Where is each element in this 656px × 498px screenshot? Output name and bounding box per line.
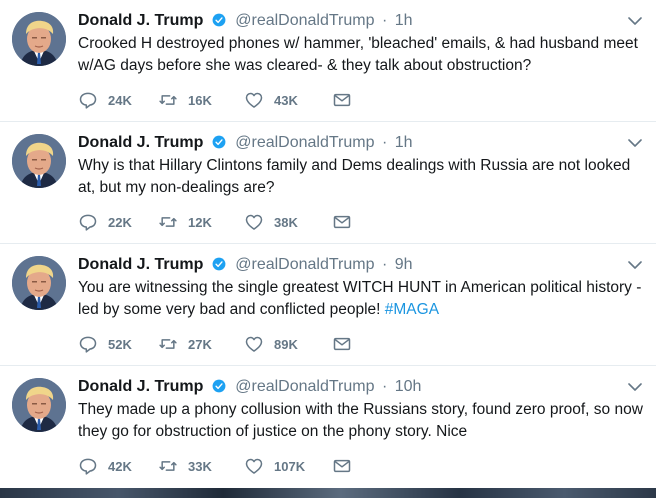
retweet-icon (159, 339, 177, 349)
avatar[interactable] (12, 12, 66, 66)
heart-icon (245, 458, 263, 474)
tweet-text: Why is that Hillary Clintons family and … (78, 155, 646, 199)
reply-button[interactable]: 42K (78, 456, 158, 476)
like-button[interactable]: 38K (244, 212, 332, 232)
retweet-button[interactable]: 12K (158, 212, 244, 232)
reply-icon (79, 214, 97, 231)
chevron-down-icon[interactable] (626, 12, 644, 30)
user-handle[interactable]: @realDonaldTrump (235, 256, 374, 273)
avatar-portrait-icon (12, 378, 66, 432)
reply-button[interactable]: 24K (78, 90, 158, 110)
like-count: 107K (274, 458, 306, 474)
retweet-button[interactable]: 33K (158, 456, 244, 476)
tweet-body: You are witnessing the single greatest W… (78, 279, 642, 318)
chevron-down-icon[interactable] (626, 378, 644, 396)
like-button[interactable]: 43K (244, 90, 332, 110)
tweet-timeline: Donald J. Trump @realDonaldTrump · 1h Cr… (0, 0, 656, 498)
direct-message-button[interactable] (332, 212, 356, 232)
reply-icon (79, 458, 97, 475)
tweet-card[interactable]: Donald J. Trump @realDonaldTrump · 9h Yo… (0, 244, 656, 366)
tweet-actions: 42K 33K 107K (78, 454, 356, 478)
next-tweet-preview-strip (0, 488, 656, 498)
retweet-count: 27K (188, 336, 212, 352)
separator-dot: · (381, 256, 388, 273)
like-button[interactable]: 107K (244, 456, 332, 476)
retweet-count: 33K (188, 458, 212, 474)
tweet-actions: 52K 27K 89K (78, 332, 356, 356)
envelope-icon (333, 93, 351, 107)
tweet-header: Donald J. Trump @realDonaldTrump · 1h (78, 132, 616, 154)
direct-message-button[interactable] (332, 90, 356, 110)
separator-dot: · (381, 12, 388, 29)
heart-icon (245, 336, 263, 352)
envelope-icon (333, 337, 351, 351)
tweet-card[interactable]: Donald J. Trump @realDonaldTrump · 1h Wh… (0, 122, 656, 244)
reply-count: 22K (108, 214, 132, 230)
like-count: 89K (274, 336, 298, 352)
timestamp[interactable]: 10h (395, 378, 422, 395)
display-name[interactable]: Donald J. Trump (78, 256, 203, 273)
tweet-text: They made up a phony collusion with the … (78, 399, 646, 443)
avatar[interactable] (12, 134, 66, 188)
tweet-body: Why is that Hillary Clintons family and … (78, 157, 631, 196)
chevron-down-icon[interactable] (626, 256, 644, 274)
user-handle[interactable]: @realDonaldTrump (235, 378, 374, 395)
tweet-text: Crooked H destroyed phones w/ hammer, 'b… (78, 33, 646, 77)
hashtag-link[interactable]: #MAGA (385, 301, 439, 318)
tweet-body: They made up a phony collusion with the … (78, 401, 643, 440)
timestamp[interactable]: 1h (395, 12, 413, 29)
verified-badge-icon (212, 257, 226, 271)
retweet-button[interactable]: 16K (158, 90, 244, 110)
avatar-portrait-icon (12, 256, 66, 310)
reply-count: 42K (108, 458, 132, 474)
retweet-icon (159, 95, 177, 105)
tweet-actions: 24K 16K 43K (78, 88, 356, 112)
chevron-down-icon[interactable] (626, 134, 644, 152)
verified-badge-icon (212, 135, 226, 149)
avatar-portrait-icon (12, 12, 66, 66)
verified-badge-icon (212, 13, 226, 27)
tweet-header: Donald J. Trump @realDonaldTrump · 9h (78, 254, 616, 276)
tweet-card[interactable]: Donald J. Trump @realDonaldTrump · 1h Cr… (0, 0, 656, 122)
reply-button[interactable]: 52K (78, 334, 158, 354)
separator-dot: · (381, 378, 388, 395)
display-name[interactable]: Donald J. Trump (78, 12, 203, 29)
direct-message-button[interactable] (332, 456, 356, 476)
reply-icon (79, 336, 97, 353)
reply-count: 52K (108, 336, 132, 352)
reply-count: 24K (108, 92, 132, 108)
tweet-header: Donald J. Trump @realDonaldTrump · 1h (78, 10, 616, 32)
avatar[interactable] (12, 378, 66, 432)
like-button[interactable]: 89K (244, 334, 332, 354)
display-name[interactable]: Donald J. Trump (78, 134, 203, 151)
tweet-text: You are witnessing the single greatest W… (78, 277, 646, 321)
tweet-body: Crooked H destroyed phones w/ hammer, 'b… (78, 35, 638, 74)
timestamp[interactable]: 9h (395, 256, 413, 273)
retweet-button[interactable]: 27K (158, 334, 244, 354)
reply-icon (79, 92, 97, 109)
timestamp[interactable]: 1h (395, 134, 413, 151)
avatar[interactable] (12, 256, 66, 310)
tweet-actions: 22K 12K 38K (78, 210, 356, 234)
display-name[interactable]: Donald J. Trump (78, 378, 203, 395)
envelope-icon (333, 459, 351, 473)
like-count: 43K (274, 92, 298, 108)
avatar-portrait-icon (12, 134, 66, 188)
retweet-icon (159, 217, 177, 227)
direct-message-button[interactable] (332, 334, 356, 354)
user-handle[interactable]: @realDonaldTrump (235, 12, 374, 29)
tweet-header: Donald J. Trump @realDonaldTrump · 10h (78, 376, 616, 398)
verified-badge-icon (212, 379, 226, 393)
user-handle[interactable]: @realDonaldTrump (235, 134, 374, 151)
reply-button[interactable]: 22K (78, 212, 158, 232)
tweet-card[interactable]: Donald J. Trump @realDonaldTrump · 10h T… (0, 366, 656, 488)
like-count: 38K (274, 214, 298, 230)
envelope-icon (333, 215, 351, 229)
retweet-icon (159, 461, 177, 471)
heart-icon (245, 92, 263, 108)
retweet-count: 12K (188, 214, 212, 230)
heart-icon (245, 214, 263, 230)
separator-dot: · (381, 134, 388, 151)
retweet-count: 16K (188, 92, 212, 108)
